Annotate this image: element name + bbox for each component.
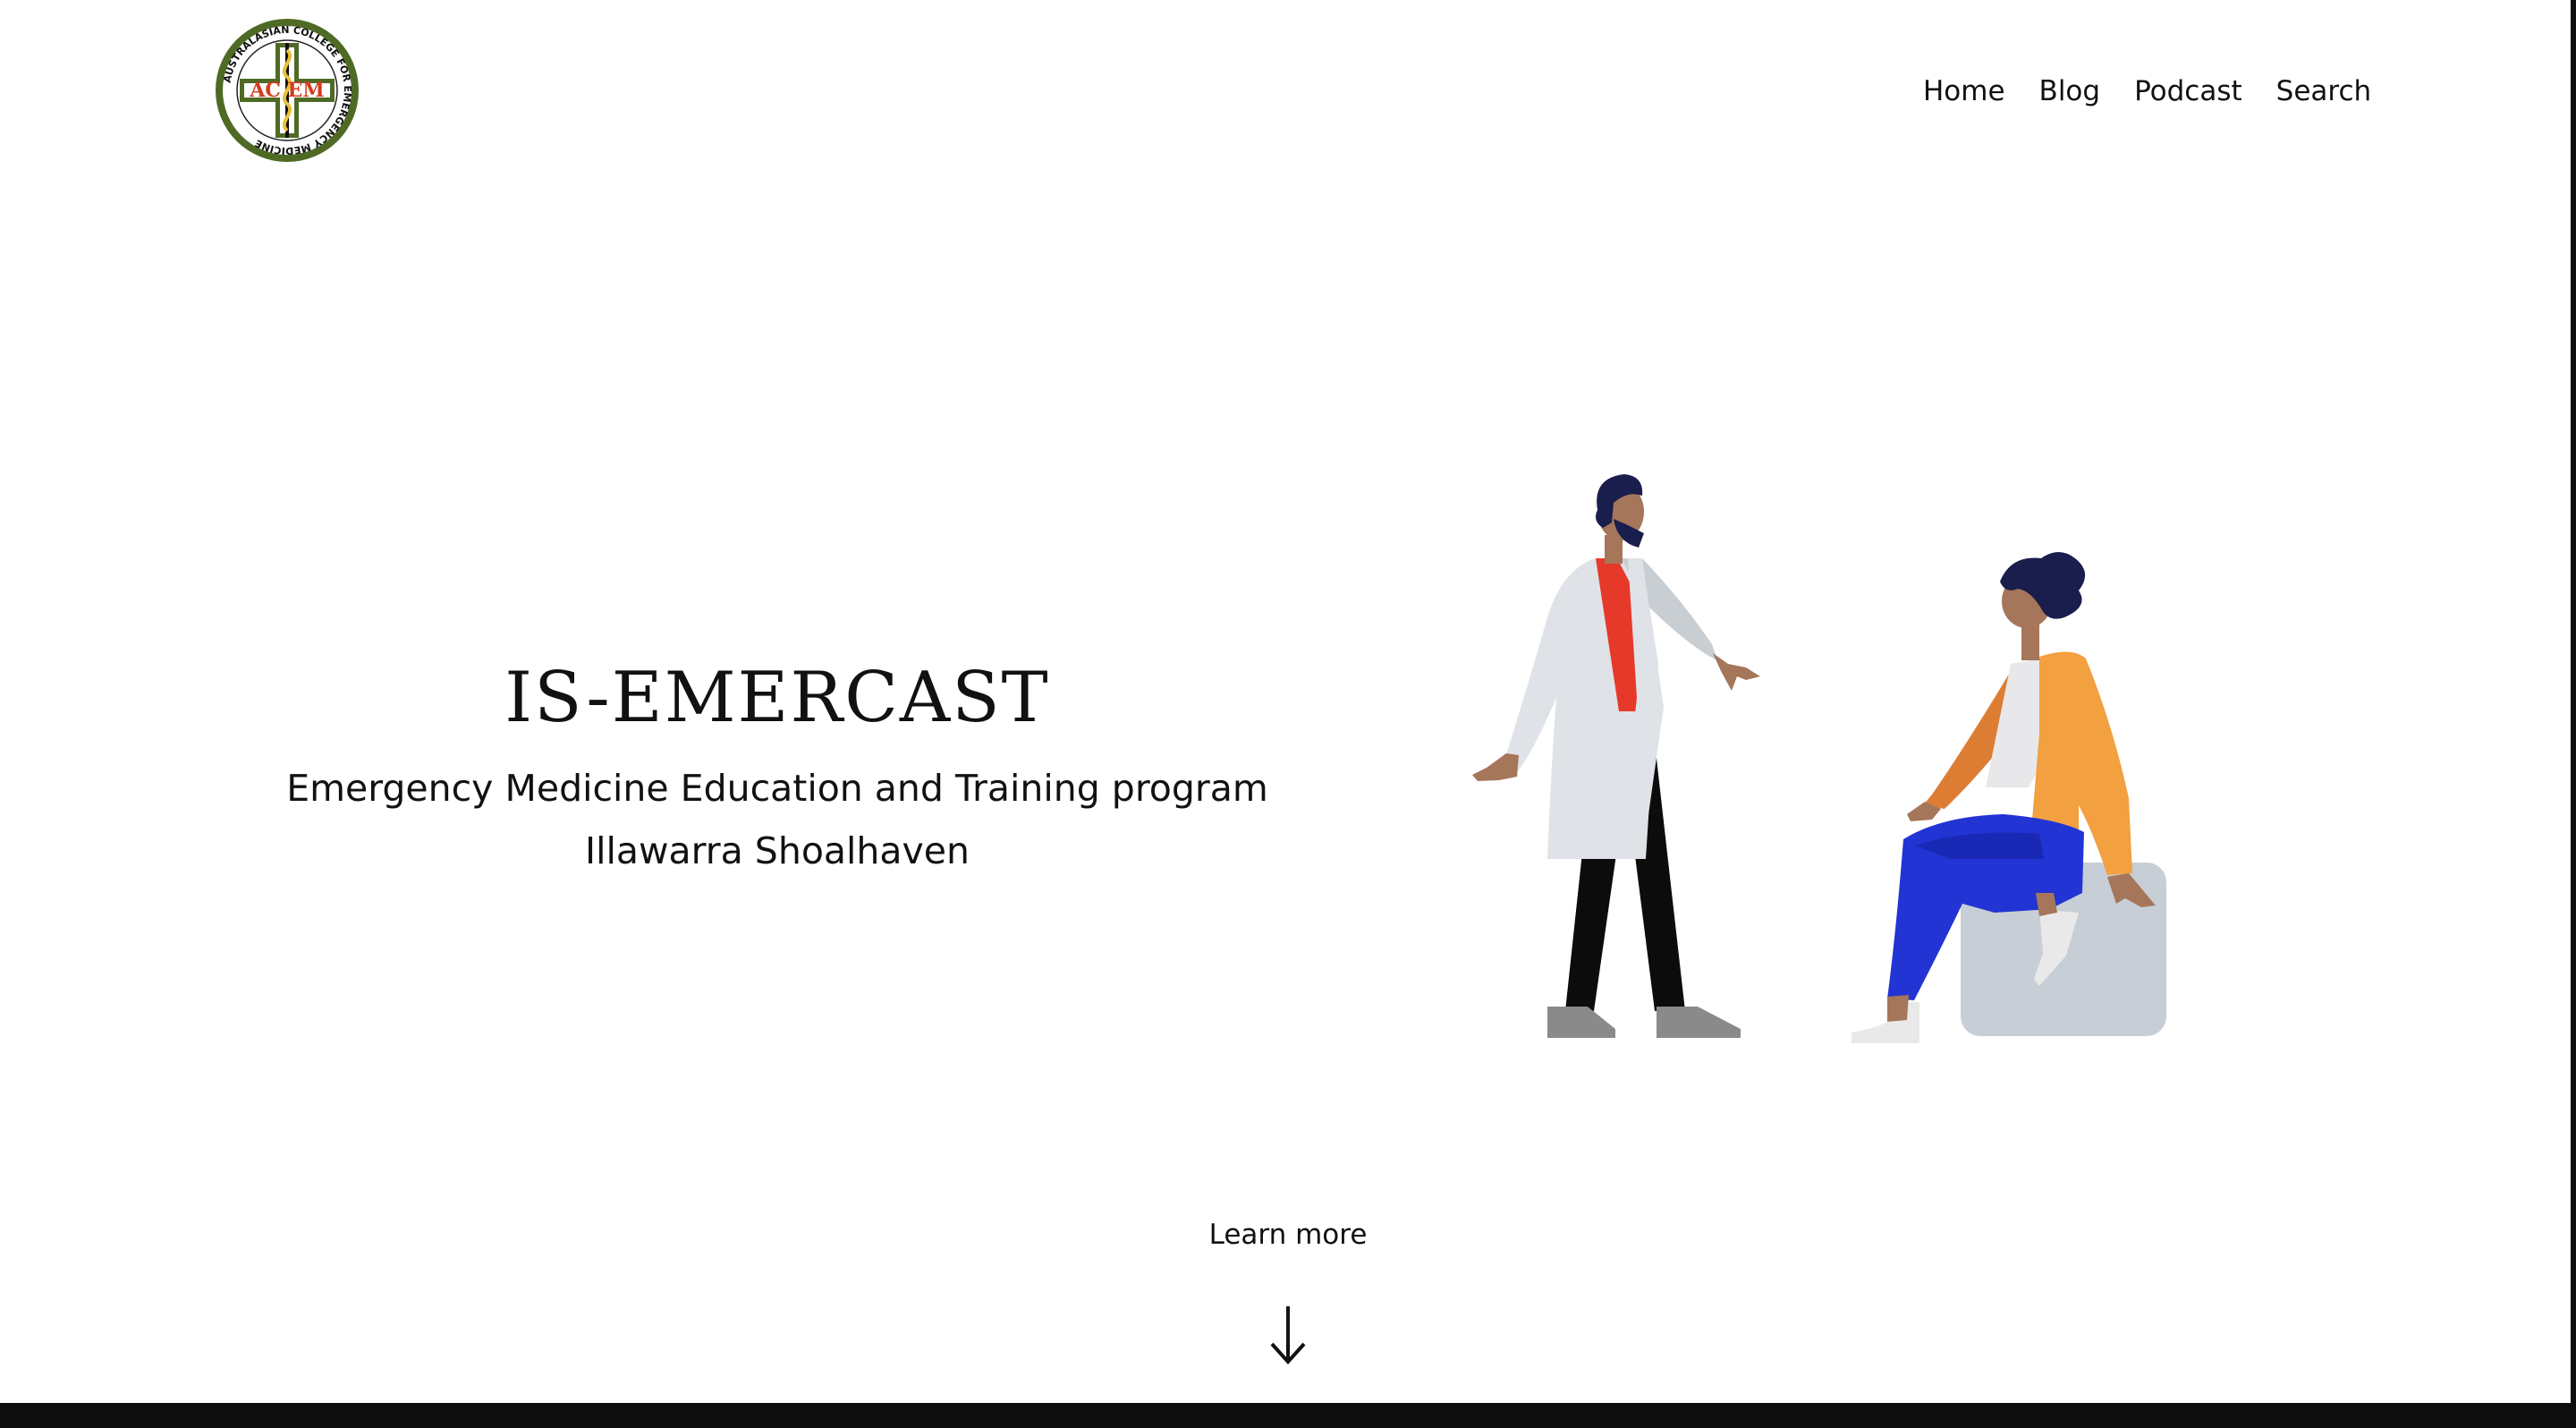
hero-title: IS-EMERCAST (504, 658, 1050, 738)
hero-location: Illawarra Shoalhaven (585, 829, 970, 872)
nav-home-link[interactable]: Home (1923, 70, 2005, 113)
acem-logo[interactable]: AUSTRALASIAN COLLEGE FOR EMERGENCY MEDIC… (213, 16, 361, 165)
main-nav: Home Blog Podcast Search (1923, 70, 2371, 113)
bottom-edge (0, 1403, 2576, 1428)
right-edge (2571, 0, 2576, 1428)
nav-podcast-link[interactable]: Podcast (2134, 70, 2242, 113)
arrow-down-icon[interactable] (1263, 1305, 1313, 1365)
doctor-patient-illustration (1472, 474, 2166, 1043)
logo-letters: AC EM (249, 79, 324, 102)
nav-blog-link[interactable]: Blog (2039, 70, 2101, 113)
nav-search-link[interactable]: Search (2276, 70, 2372, 113)
learn-more-link[interactable]: Learn more (1109, 1215, 1467, 1254)
hero-subtitle: Emergency Medicine Education and Trainin… (286, 767, 1268, 810)
